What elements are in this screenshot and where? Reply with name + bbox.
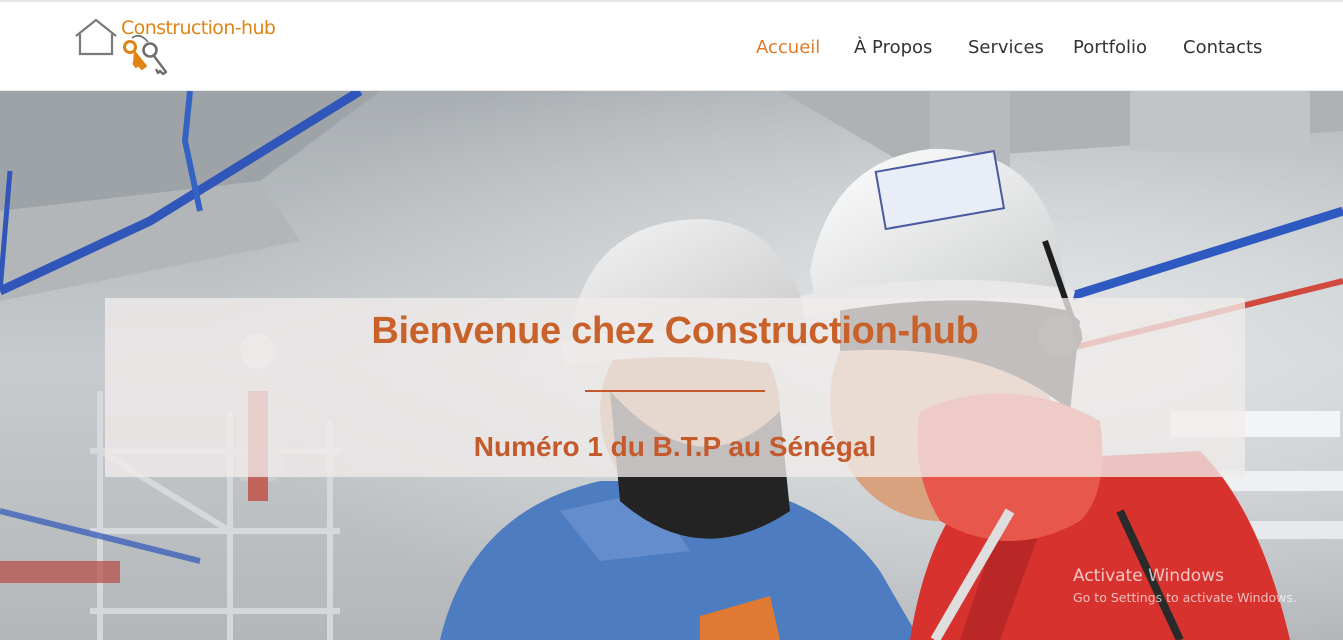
logo-text: Construction-hub (121, 17, 276, 39)
hero-section: Bienvenue chez Construction-hub Numéro 1… (0, 91, 1343, 640)
nav-item-accueil[interactable]: Accueil (756, 37, 820, 58)
nav-item-a-propos[interactable]: À Propos (854, 37, 932, 58)
main-nav: Accueil À Propos Services Portfolio Cont… (0, 37, 1343, 61)
nav-item-portfolio[interactable]: Portfolio (1073, 37, 1147, 58)
welcome-banner: Bienvenue chez Construction-hub Numéro 1… (105, 298, 1245, 477)
nav-item-contacts[interactable]: Contacts (1183, 37, 1262, 58)
watermark-title: Activate Windows (1073, 566, 1224, 586)
hero-title: Bienvenue chez Construction-hub (371, 310, 979, 352)
site-header: Construction-hub Accueil À Propos Servic… (0, 2, 1343, 91)
title-divider (585, 390, 765, 392)
nav-item-services[interactable]: Services (968, 37, 1044, 58)
watermark-subtitle: Go to Settings to activate Windows. (1073, 590, 1297, 605)
hero-subtitle: Numéro 1 du B.T.P au Sénégal (473, 431, 877, 462)
windows-activation-watermark: Activate Windows Go to Settings to activ… (1073, 566, 1335, 605)
